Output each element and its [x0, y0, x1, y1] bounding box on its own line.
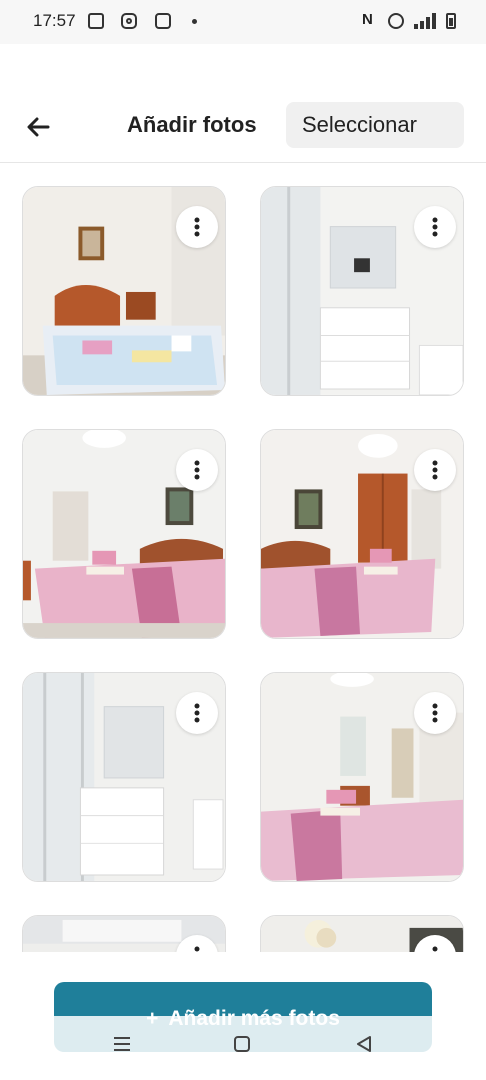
status-time: 17:57 — [33, 11, 76, 30]
photo-tile[interactable] — [22, 672, 226, 882]
instagram-icon — [121, 13, 137, 29]
square-icon — [155, 13, 171, 29]
more-options-button[interactable] — [176, 692, 218, 734]
alarm-icon — [388, 13, 404, 29]
more-options-button[interactable] — [176, 206, 218, 248]
page-title: Añadir fotos — [127, 112, 257, 137]
battery-icon — [446, 13, 456, 29]
gallery-icon — [88, 13, 104, 29]
photo-tile[interactable] — [260, 915, 464, 952]
photo-tile[interactable] — [260, 186, 464, 396]
select-button[interactable]: Seleccionar — [286, 102, 464, 148]
more-options-button[interactable] — [414, 449, 456, 491]
more-options-button[interactable] — [414, 206, 456, 248]
more-options-button[interactable] — [414, 692, 456, 734]
more-options-button[interactable] — [176, 449, 218, 491]
photo-grid — [0, 162, 486, 952]
dot-icon — [192, 19, 197, 24]
arrow-left-icon[interactable] — [24, 112, 54, 142]
back-triangle-icon[interactable] — [355, 1036, 373, 1052]
photo-tile[interactable] — [260, 429, 464, 639]
more-vertical-icon — [194, 217, 200, 237]
more-vertical-icon — [194, 703, 200, 723]
more-vertical-icon — [194, 460, 200, 480]
more-vertical-icon — [194, 946, 200, 952]
more-vertical-icon — [432, 217, 438, 237]
photo-tile[interactable] — [22, 186, 226, 396]
status-bar: 17:57 N — [0, 0, 486, 44]
home-icon[interactable] — [233, 1036, 251, 1052]
photo-tile[interactable] — [22, 429, 226, 639]
menu-icon[interactable] — [113, 1036, 131, 1052]
more-vertical-icon — [432, 946, 438, 952]
signal-icon — [414, 13, 438, 29]
nfc-icon: N — [362, 11, 373, 28]
more-vertical-icon — [432, 703, 438, 723]
photo-tile[interactable] — [22, 915, 226, 952]
photo-tile[interactable] — [260, 672, 464, 882]
more-vertical-icon — [432, 460, 438, 480]
